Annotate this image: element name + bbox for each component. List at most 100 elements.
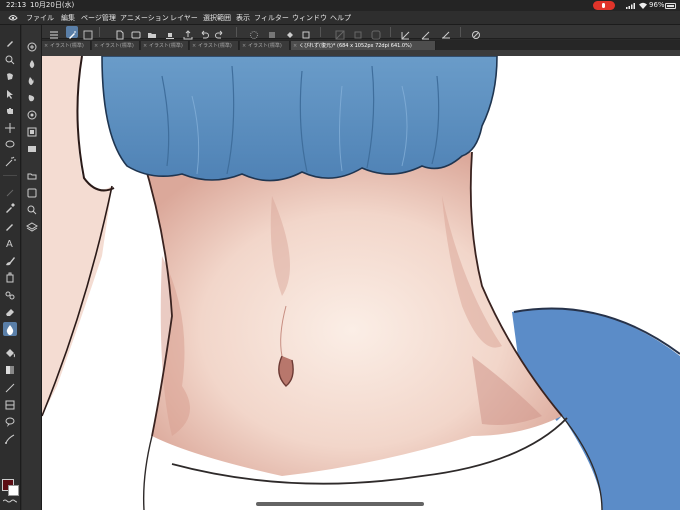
menu-page[interactable]: ページ管理 — [81, 11, 116, 25]
copy-stamp-icon[interactable] — [25, 107, 39, 121]
transparent-color-icon[interactable] — [3, 499, 17, 503]
tab-document-2[interactable]: × イラスト(標準) — [92, 41, 140, 50]
menu-filter[interactable]: フィルター — [254, 11, 289, 25]
wifi-icon — [639, 2, 647, 9]
tab-document-4[interactable]: × イラスト(標準) — [190, 41, 239, 50]
document-tabs: × イラスト(標準) × イラスト(標準) × イラスト(標準) × イラスト(標準) … — [42, 40, 680, 50]
close-icon[interactable]: × — [242, 41, 246, 50]
tab-document-1[interactable]: × イラスト(標準) — [42, 41, 91, 50]
figure-icon[interactable] — [3, 380, 17, 394]
tab-label: イラスト(標準) — [198, 43, 232, 49]
device-icon[interactable] — [130, 26, 142, 39]
brush-adjust-icon[interactable] — [25, 124, 39, 138]
auto-select-icon[interactable] — [3, 154, 17, 168]
sub-tool-palette — [22, 25, 42, 510]
tab-label: イラスト(標準) — [50, 43, 84, 49]
redo-icon[interactable] — [214, 26, 226, 39]
blend-subtool-icon[interactable] — [25, 56, 39, 70]
pen-tool-icon[interactable] — [3, 35, 17, 49]
layer-property-icon[interactable] — [25, 141, 39, 155]
menu-bar: ファイル 編集 ページ管理 アニメーション レイヤー 選択範囲 表示 フィルター… — [0, 11, 680, 25]
svg-text:A: A — [6, 239, 13, 250]
material-icon[interactable] — [25, 185, 39, 199]
fill-icon[interactable] — [3, 345, 17, 359]
tab-label: イラスト(標準) — [149, 43, 183, 49]
decoration-icon[interactable] — [3, 287, 17, 301]
blur-icon[interactable] — [25, 73, 39, 87]
menu-file[interactable]: ファイル — [26, 11, 54, 25]
eyedropper-icon[interactable] — [3, 200, 17, 214]
menu-view[interactable]: 表示 — [236, 11, 250, 25]
close-icon[interactable]: × — [143, 41, 147, 50]
close-icon[interactable]: × — [94, 41, 98, 50]
separator — [99, 27, 100, 37]
hamburger-menu-icon[interactable] — [48, 26, 60, 39]
fill-bucket-icon[interactable] — [284, 26, 296, 38]
snap-ruler-icon[interactable] — [400, 26, 412, 40]
tab-document-5[interactable]: × イラスト(標準) — [240, 41, 290, 50]
status-time: 22:13 — [6, 1, 27, 9]
eraser-icon[interactable] — [3, 304, 17, 318]
save-icon[interactable] — [164, 26, 176, 39]
hand-icon[interactable] — [3, 103, 17, 117]
microphone-icon[interactable] — [593, 1, 615, 10]
frame-icon[interactable] — [3, 397, 17, 411]
menu-help[interactable]: ヘルプ — [330, 11, 351, 25]
menu-edit[interactable]: 編集 — [61, 11, 75, 25]
operation-icon[interactable] — [3, 120, 17, 134]
app-logo-icon[interactable] — [8, 14, 18, 22]
move-icon[interactable] — [3, 69, 17, 83]
undo-icon[interactable] — [198, 26, 210, 39]
snap-grid-icon[interactable] — [440, 26, 452, 39]
new-document-icon[interactable] — [114, 26, 126, 40]
separator — [320, 27, 321, 37]
export-icon[interactable] — [182, 26, 194, 40]
menu-animation[interactable]: アニメーション — [120, 11, 169, 25]
separator — [460, 27, 461, 37]
blend-icon[interactable] — [3, 322, 17, 336]
close-icon[interactable]: × — [293, 41, 297, 50]
layers-icon[interactable] — [25, 219, 39, 233]
separator — [390, 27, 391, 37]
home-indicator[interactable] — [256, 502, 424, 506]
lasso-icon[interactable] — [248, 26, 260, 39]
text-icon[interactable]: A — [3, 235, 17, 250]
smudge-icon[interactable] — [25, 90, 39, 104]
select-icon[interactable] — [3, 86, 17, 100]
balloon-icon[interactable] — [3, 414, 17, 428]
settings-icon[interactable] — [470, 26, 482, 39]
menu-window[interactable]: ウィンドウ — [292, 11, 327, 25]
status-bar: 22:13 10月20日(水) 96% — [0, 0, 680, 11]
brush-icon[interactable] — [3, 253, 17, 267]
edit-icon[interactable] — [82, 26, 94, 40]
tab-document-3[interactable]: × イラスト(標準) — [141, 41, 189, 50]
tab-label: イラスト(標準) — [100, 43, 134, 49]
simple-mode-icon[interactable] — [66, 26, 78, 39]
folder-icon[interactable] — [25, 168, 39, 182]
menu-selection[interactable]: 選択範囲 — [203, 11, 231, 25]
lasso-icon[interactable] — [3, 137, 17, 151]
pencil-icon[interactable] — [3, 218, 17, 232]
drawing-canvas[interactable] — [42, 56, 680, 510]
close-icon[interactable]: × — [192, 41, 196, 50]
open-folder-icon[interactable] — [146, 26, 158, 38]
sub-color-swatch[interactable] — [8, 485, 19, 496]
clear-icon[interactable] — [266, 26, 278, 38]
reference-icon[interactable] — [25, 39, 39, 53]
gradient-icon[interactable] — [3, 362, 17, 376]
transform-icon[interactable] — [300, 26, 312, 39]
menu-layer[interactable]: レイヤー — [170, 11, 198, 25]
tab-document-active[interactable]: × くびれず(復元)* (684 x 1052px 72dpi 641.0%) — [291, 41, 436, 50]
snap-special-ruler-icon[interactable] — [420, 26, 432, 40]
search-icon[interactable] — [25, 202, 39, 216]
airbrush-icon[interactable] — [3, 270, 17, 284]
invert-selection-icon[interactable] — [352, 26, 364, 39]
close-icon[interactable]: × — [44, 41, 48, 50]
correct-line-icon[interactable] — [3, 431, 17, 445]
zoom-icon[interactable] — [3, 52, 17, 66]
deselect-icon[interactable] — [334, 26, 346, 40]
layer-move-icon[interactable] — [3, 185, 17, 199]
selection-border-icon[interactable] — [370, 26, 382, 40]
battery-icon — [665, 3, 676, 9]
artwork — [42, 56, 680, 510]
